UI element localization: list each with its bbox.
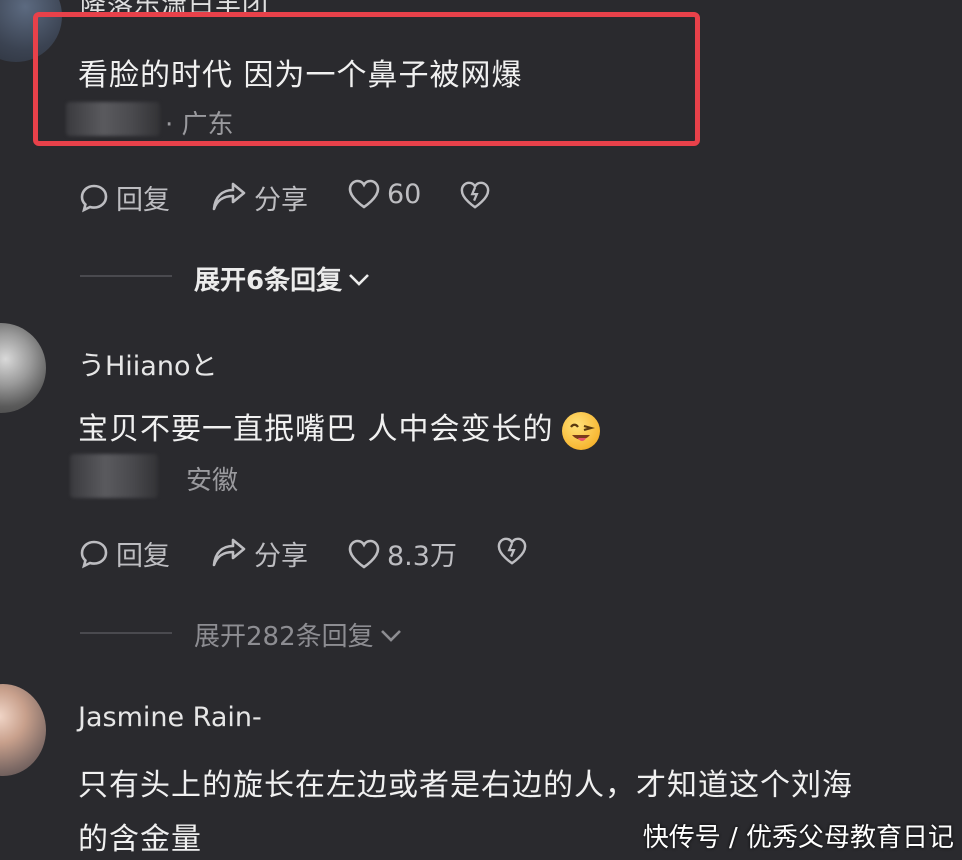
like-count: 60: [387, 178, 422, 210]
blurred-timestamp: [66, 102, 160, 136]
dislike-button[interactable]: [459, 180, 491, 210]
expand-label: 展开6条回复: [194, 266, 343, 296]
like-button[interactable]: 60: [347, 178, 421, 210]
reply-icon: [78, 538, 110, 570]
wink-tongue-emoji: [561, 411, 600, 450]
share-button[interactable]: 分享: [210, 178, 308, 217]
watermark: 快传号 / 优秀父母教育日记: [642, 823, 954, 853]
divider: [80, 275, 172, 277]
avatar[interactable]: [0, 323, 46, 413]
chevron-down-icon: [380, 620, 402, 650]
broken-heart-icon: [496, 536, 528, 566]
like-button[interactable]: 8.3万: [347, 534, 457, 573]
reply-icon: [78, 182, 110, 214]
expand-replies-button[interactable]: 展开6条回复: [194, 260, 370, 297]
divider: [80, 632, 172, 634]
username[interactable]: うHiianoと: [78, 344, 217, 383]
broken-heart-icon: [459, 180, 491, 210]
reply-label: 回复: [116, 185, 170, 216]
heart-icon: [347, 538, 381, 570]
reply-button[interactable]: 回复: [78, 534, 170, 573]
share-label: 分享: [254, 541, 308, 572]
comment-text: 看脸的时代 因为一个鼻子被网爆: [78, 58, 523, 93]
comment-text-body: 宝贝不要一直抿嘴巴 人中会变长的: [78, 412, 554, 447]
reply-label: 回复: [116, 541, 170, 572]
expand-replies-button[interactable]: 展开282条回复: [194, 616, 402, 653]
share-label: 分享: [254, 185, 308, 216]
like-count: 8.3万: [387, 541, 457, 572]
blurred-timestamp: [70, 454, 158, 498]
location-label: 安徽: [186, 466, 239, 496]
chevron-down-icon: [348, 264, 370, 294]
share-icon: [210, 182, 248, 214]
heart-icon: [347, 178, 381, 210]
comment-text: 宝贝不要一直抿嘴巴 人中会变长的: [78, 404, 600, 450]
comment-text: 只有头上的旋长在左边或者是右边的人，才知道这个刘海: [78, 768, 853, 803]
share-button[interactable]: 分享: [210, 534, 308, 573]
avatar[interactable]: [0, 684, 46, 776]
dislike-button[interactable]: [496, 536, 528, 566]
location-label: · 广东: [165, 110, 234, 140]
reply-button[interactable]: 回复: [78, 178, 170, 217]
expand-label: 展开282条回复: [194, 622, 374, 652]
share-icon: [210, 538, 248, 570]
comment-text-line2: 的含金量: [78, 822, 202, 857]
username[interactable]: Jasmine Rain-: [78, 702, 262, 733]
